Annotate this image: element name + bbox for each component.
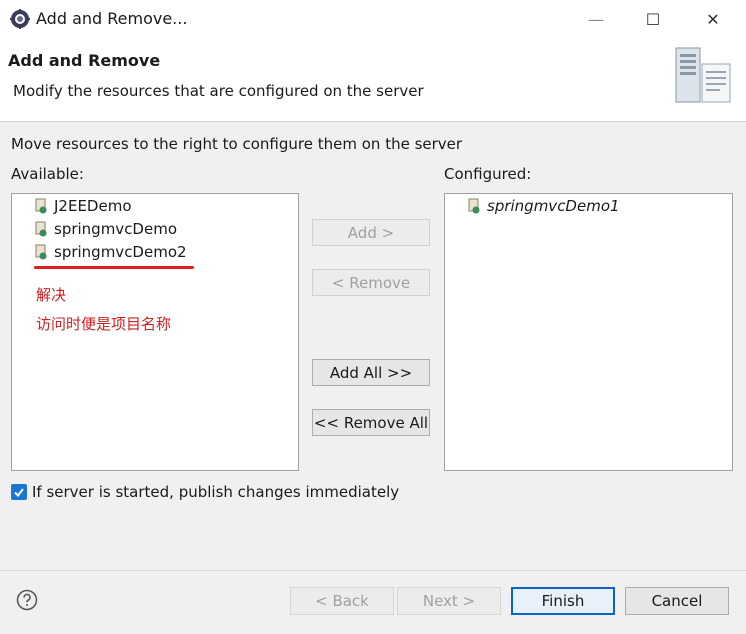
add-all-button[interactable]: Add All >> [312, 359, 430, 386]
header-title: Add and Remove [8, 51, 161, 70]
red-underline-annotation [34, 266, 194, 269]
minimize-icon: — [588, 9, 604, 29]
window-title: Add and Remove... [36, 9, 188, 28]
list-item[interactable]: springmvcDemo1 [467, 195, 620, 217]
list-item-label: springmvcDemo [54, 220, 178, 238]
dialog-header: Add and Remove Modify the resources that… [0, 38, 746, 122]
annotation-line-1: 解决 [36, 286, 67, 304]
minimize-button[interactable]: — [573, 0, 619, 38]
configured-label: Configured: [444, 165, 532, 183]
configured-list[interactable]: springmvcDemo1 [444, 193, 733, 471]
close-icon: ✕ [706, 9, 720, 29]
publish-checkbox[interactable] [11, 484, 27, 500]
maximize-button[interactable]: ☐ [630, 0, 676, 38]
header-description: Modify the resources that are configured… [13, 82, 424, 100]
cancel-button[interactable]: Cancel [625, 587, 729, 615]
list-item-label: springmvcDemo2 [54, 243, 187, 261]
annotation-line-2: 访问时便是项目名称 [36, 315, 172, 333]
publish-checkbox-row[interactable]: If server is started, publish changes im… [11, 483, 399, 501]
title-bar: Add and Remove... — ☐ ✕ [0, 0, 746, 38]
help-icon[interactable] [16, 589, 38, 611]
web-project-icon [35, 221, 47, 237]
back-button[interactable]: < Back [290, 587, 394, 615]
add-button[interactable]: Add > [312, 219, 430, 246]
finish-button[interactable]: Finish [511, 587, 615, 615]
footer-divider [0, 570, 746, 571]
close-button[interactable]: ✕ [690, 0, 736, 38]
list-item-label: J2EEDemo [54, 197, 132, 215]
list-item[interactable]: springmvcDemo2 [34, 241, 187, 263]
publish-checkbox-label: If server is started, publish changes im… [32, 483, 400, 501]
web-project-icon [35, 244, 47, 260]
maximize-icon: ☐ [645, 9, 661, 29]
remove-button[interactable]: < Remove [312, 269, 430, 296]
checkmark-icon [14, 488, 24, 498]
list-item[interactable]: springmvcDemo [34, 218, 177, 240]
next-button[interactable]: Next > [397, 587, 501, 615]
list-item-label: springmvcDemo1 [487, 197, 620, 215]
web-project-icon [35, 198, 47, 214]
server-banner-icon [675, 47, 731, 103]
list-item[interactable]: J2EEDemo [34, 195, 132, 217]
remove-all-button[interactable]: << Remove All [312, 409, 430, 436]
instruction-text: Move resources to the right to configure… [11, 135, 463, 153]
available-list[interactable]: J2EEDemo springmvcDemo springmvcDemo2 解决… [11, 193, 299, 471]
available-label: Available: [11, 165, 84, 183]
eclipse-app-icon [10, 9, 30, 29]
web-project-icon [468, 198, 480, 214]
